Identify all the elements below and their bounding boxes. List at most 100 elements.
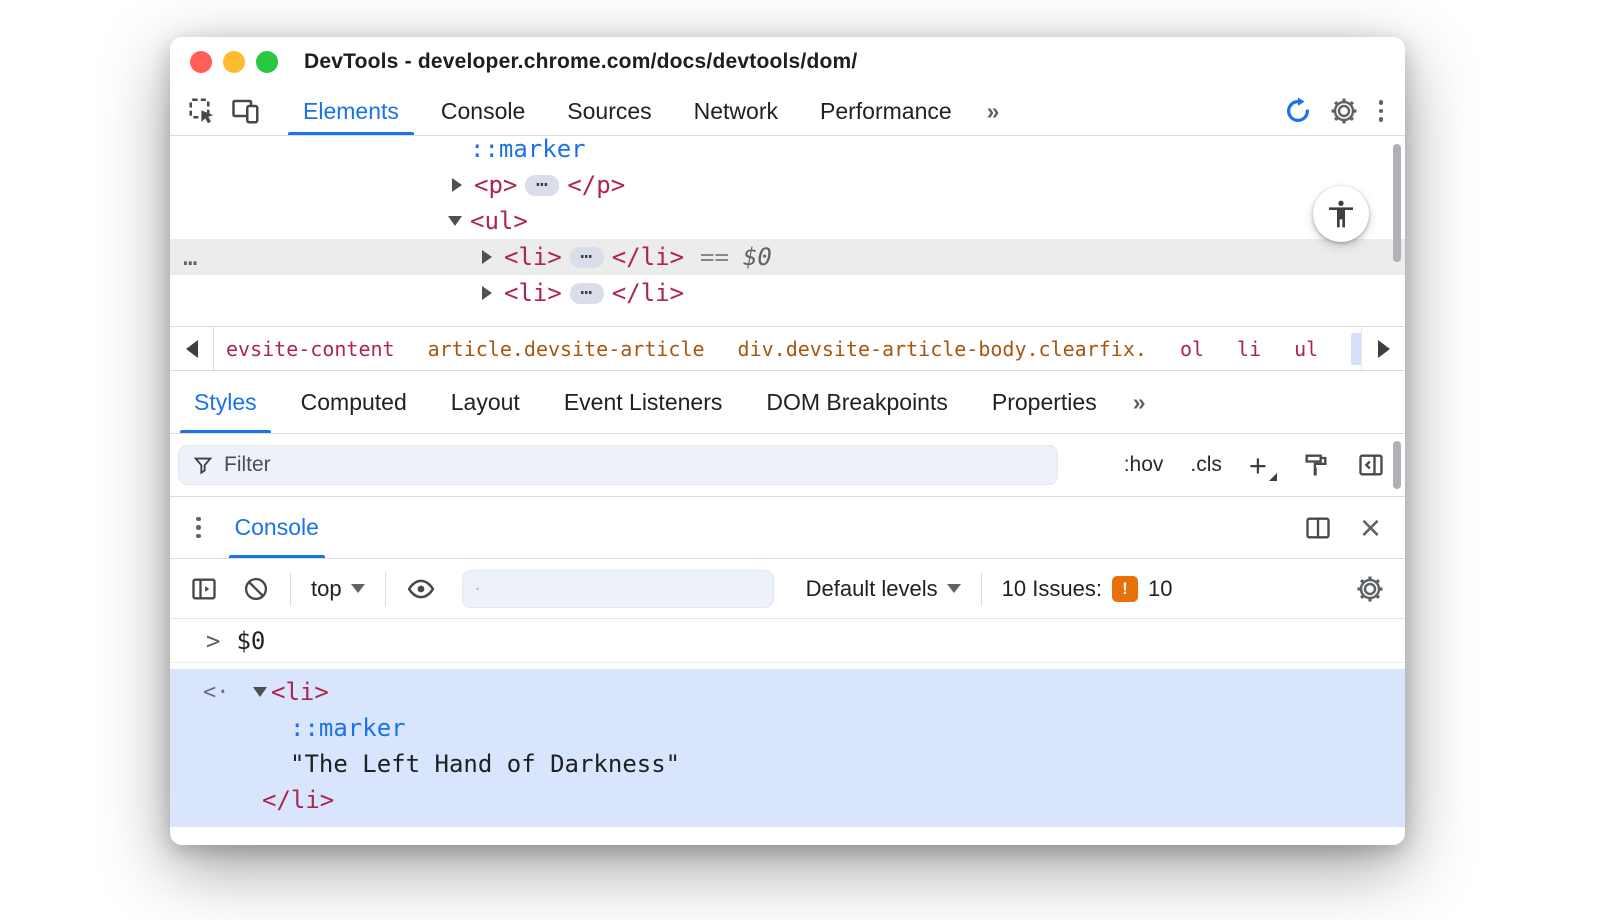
sync-button[interactable] [1283,96,1313,126]
minimize-window-button[interactable] [223,51,245,73]
styles-tabbar: Styles Computed Layout Event Listeners D… [170,371,1405,434]
tab-event-listeners[interactable]: Event Listeners [542,371,745,433]
close-window-button[interactable] [190,51,212,73]
tree-row-li[interactable]: <li> … </li> [170,275,1405,311]
tree-scrollbar[interactable] [1393,144,1401,262]
window-controls [190,51,278,73]
breadcrumb-forward-button[interactable] [1361,327,1405,370]
gear-icon [1331,98,1356,124]
toggle-sidebar-button[interactable] [1357,451,1385,479]
console-settings-button[interactable] [1355,574,1385,604]
tab-dom-breakpoints[interactable]: DOM Breakpoints [744,371,970,433]
tag-open[interactable]: <p> [474,171,517,199]
pseudo-element-node[interactable]: ::marker [290,714,406,742]
log-levels-dropdown[interactable]: Default levels [806,576,961,602]
collapsed-content-button[interactable]: … [525,167,560,196]
collapsed-content-button[interactable]: … [569,239,604,268]
tree-row-marker[interactable]: ::marker [170,136,1405,167]
equals-sign: == [700,243,729,271]
format-paint-button[interactable] [1302,451,1330,479]
console-command-row[interactable]: > $0 [170,619,1405,663]
expand-arrow[interactable] [452,178,474,192]
console-log: > $0 <· <li> ::marker "The Left Hand of … [170,619,1405,845]
breadcrumb-back-button[interactable] [170,327,214,370]
tag-open[interactable]: <li> [504,243,562,271]
tab-sources[interactable]: Sources [546,87,672,135]
tab-console[interactable]: Console [420,87,546,135]
device-toolbar-button[interactable] [224,87,268,135]
tab-performance[interactable]: Performance [799,87,973,135]
tree-row-p[interactable]: <p> … </p> [170,167,1405,203]
breadcrumb-item[interactable]: div.devsite-article-body.clearfix. [738,337,1147,361]
clear-console-button[interactable] [242,575,270,603]
breadcrumb-item[interactable]: li [1237,337,1261,361]
console-filter-input[interactable] [488,576,760,601]
tree-row-ul[interactable]: <ul> [170,203,1405,239]
accessibility-overlay-button[interactable] [1313,186,1369,242]
breadcrumb-item[interactable]: ul [1294,337,1318,361]
tag-close[interactable]: </li> [612,279,684,307]
breadcrumb-item[interactable]: evsite-content [226,337,395,361]
overflow-dots-icon[interactable]: … [183,243,197,271]
breadcrumb-item[interactable]: article.devsite-article [428,337,705,361]
breadcrumb-item[interactable]: ol [1180,337,1204,361]
tab-elements[interactable]: Elements [282,87,420,135]
drawer-menu-button[interactable] [192,513,205,543]
tag-close[interactable]: </p> [567,171,625,199]
inspect-element-button[interactable] [180,87,224,135]
result-row-li-open[interactable]: <· <li> [170,674,1405,710]
console-result-selected[interactable]: <· <li> ::marker "The Left Hand of Darkn… [170,669,1405,827]
tag-open[interactable]: <li> [271,678,329,706]
zoom-window-button[interactable] [256,51,278,73]
chevron-right-icon [1377,339,1390,358]
tag-open[interactable]: <li> [504,279,562,307]
styles-filter[interactable] [178,445,1058,485]
inspect-icon [189,98,214,124]
result-row-li-close[interactable]: </li> [170,782,1405,818]
device-toolbar-icon [232,99,259,124]
toggle-element-classes-button[interactable]: .cls [1190,453,1222,477]
collapse-arrow[interactable] [253,687,271,697]
tab-layout[interactable]: Layout [429,371,542,433]
tag-close[interactable]: </li> [612,243,684,271]
tag-open[interactable]: <ul> [470,207,528,235]
result-row-marker[interactable]: ::marker [170,710,1405,746]
collapsed-content-button[interactable]: … [569,275,604,304]
new-style-rule-button[interactable]: + [1249,450,1278,481]
console-filter[interactable] [461,569,774,608]
styles-filter-row: :hov .cls + [170,434,1405,497]
levels-label: Default levels [805,575,938,601]
expand-arrow[interactable] [482,286,504,300]
styles-scrollbar[interactable] [1393,441,1401,489]
styles-filter-input[interactable] [224,453,1044,477]
tag-close[interactable]: </li> [262,786,334,814]
split-view-button[interactable] [1304,514,1332,542]
text-node[interactable]: "The Left Hand of Darkness" [290,750,680,778]
tab-network[interactable]: Network [673,87,799,135]
javascript-context-dropdown[interactable]: top [311,576,365,602]
tab-console-drawer[interactable]: Console [228,497,326,558]
more-panels-button[interactable]: » [973,87,1014,135]
tree-row-li-selected[interactable]: … <li> … </li> == $0 [170,239,1405,275]
main-menu-button[interactable] [1375,96,1388,126]
gear-icon [1357,576,1383,601]
result-row-text[interactable]: "The Left Hand of Darkness" [170,746,1405,782]
settings-button[interactable] [1329,96,1359,126]
pseudo-element-node[interactable]: ::marker [470,136,586,163]
issues-count: 10 [1147,575,1173,601]
tab-computed[interactable]: Computed [279,371,429,433]
tab-properties[interactable]: Properties [970,371,1119,433]
more-tabs-button[interactable]: » [1119,371,1160,433]
console-sidebar-button[interactable] [190,575,218,603]
clear-icon [244,577,268,600]
close-drawer-button[interactable]: × [1360,509,1381,546]
ellipsis-icon: … [580,275,594,299]
live-expression-button[interactable] [406,574,436,604]
issues-counter[interactable]: 10 Issues: ! 10 [1002,575,1173,602]
collapse-arrow[interactable] [448,216,470,226]
expand-arrow[interactable] [482,250,504,264]
toggle-hover-state-button[interactable]: :hov [1124,453,1164,477]
ellipsis-icon: … [535,167,549,191]
tab-styles[interactable]: Styles [172,371,279,433]
breadcrumb-item-selected[interactable]: li [1351,332,1361,365]
